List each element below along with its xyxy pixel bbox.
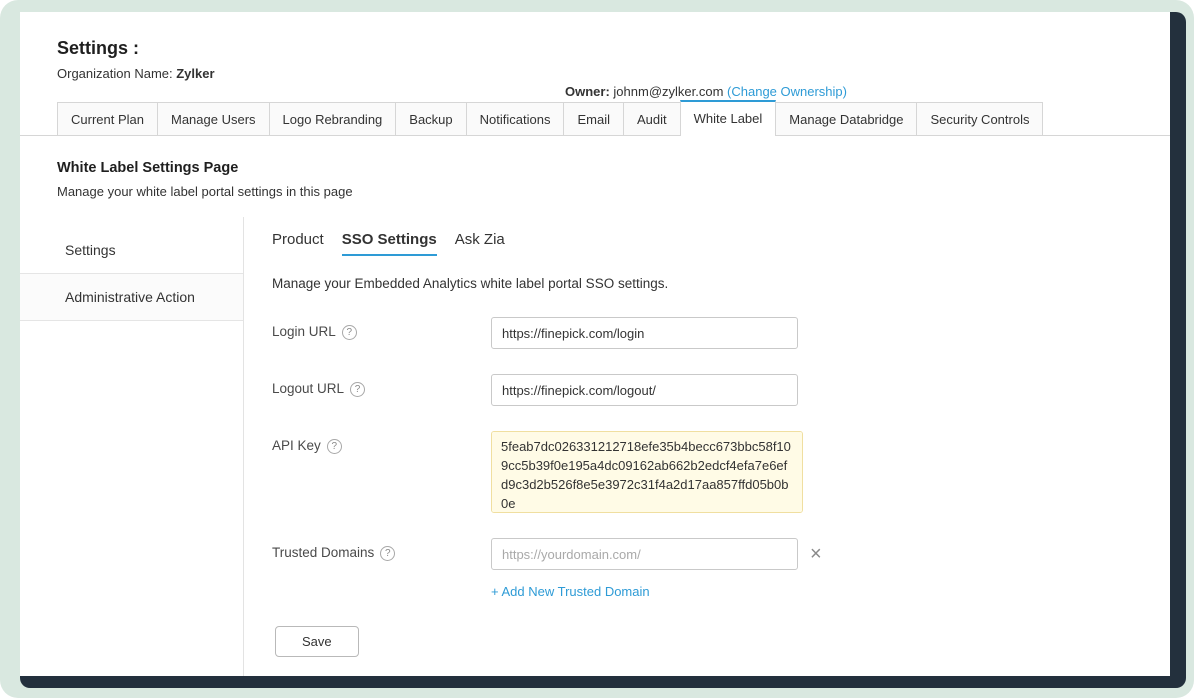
api-key-help-icon[interactable]: ? [327,439,342,454]
subtab-ask-zia[interactable]: Ask Zia [455,231,505,256]
subtab-sso-settings[interactable]: SSO Settings [342,231,437,256]
background-window: Settings : Organization Name: Zylker Own… [20,12,1186,688]
trusted-domains-label: Trusted Domains [272,545,374,560]
sidebar: Settings Administrative Action [20,217,244,676]
login-url-label: Login URL [272,324,336,339]
tab-current-plan[interactable]: Current Plan [57,102,158,135]
tab-logo-rebranding[interactable]: Logo Rebranding [269,102,397,135]
trusted-domains-label-col: Trusted Domains? [272,538,491,601]
change-ownership-link[interactable]: (Change Ownership) [727,84,847,99]
trusted-domains-help-icon[interactable]: ? [380,546,395,561]
tab-manage-users[interactable]: Manage Users [157,102,270,135]
organization-value: Zylker [176,66,214,81]
tab-audit[interactable]: Audit [623,102,681,135]
api-key-label-col: API Key? [272,431,491,513]
app-frame: Settings : Organization Name: Zylker Own… [0,0,1194,698]
logout-url-row: Logout URL? [272,374,1170,406]
sso-form: Login URL? Logout URL? API Key? 5feab7dc… [272,317,1170,657]
header: Settings : Organization Name: Zylker Own… [20,38,1170,81]
settings-tabbar: Current Plan Manage Users Logo Rebrandin… [20,101,1170,136]
login-url-label-col: Login URL? [272,317,491,349]
sidebar-item-administrative-action[interactable]: Administrative Action [20,273,243,321]
section-subheading: Manage your white label portal settings … [57,184,1170,199]
save-row: Save [272,626,1170,657]
api-key-row: API Key? 5feab7dc026331212718efe35b4becc… [272,431,1170,513]
trusted-domain-field: × [491,538,822,570]
api-key-label: API Key [272,438,321,453]
owner-label: Owner: [565,84,613,99]
settings-panel: Settings : Organization Name: Zylker Own… [20,12,1170,676]
trusted-domain-input[interactable] [491,538,798,570]
trusted-domains-field-group: × + Add New Trusted Domain [491,538,822,601]
owner-info: Owner: johnm@zylker.com (Change Ownershi… [565,84,847,99]
login-url-input[interactable] [491,317,798,349]
tab-security-controls[interactable]: Security Controls [916,102,1043,135]
sidebar-item-settings[interactable]: Settings [20,227,243,273]
api-key-textarea[interactable]: 5feab7dc026331212718efe35b4becc673bbc58f… [491,431,803,513]
trusted-domains-row: Trusted Domains? × + Add New Trusted Dom… [272,538,1170,601]
tab-backup[interactable]: Backup [395,102,466,135]
page-title: Settings : [57,38,1170,59]
remove-domain-icon[interactable]: × [810,544,822,564]
section-heading: White Label Settings Page [57,160,1170,176]
tab-white-label[interactable]: White Label [680,100,777,136]
subtab-bar: Product SSO Settings Ask Zia [272,231,1170,256]
tab-email[interactable]: Email [563,102,624,135]
logout-url-help-icon[interactable]: ? [350,382,365,397]
login-url-help-icon[interactable]: ? [342,325,357,340]
organization-label: Organization Name: [57,66,176,81]
add-trusted-domain-link[interactable]: + Add New Trusted Domain [491,584,650,599]
logout-url-label-col: Logout URL? [272,374,491,406]
content-area: Settings Administrative Action Product S… [20,217,1170,676]
login-url-row: Login URL? [272,317,1170,349]
save-button[interactable]: Save [275,626,359,657]
main-panel: Product SSO Settings Ask Zia Manage your… [244,217,1170,676]
sso-description: Manage your Embedded Analytics white lab… [272,276,1170,291]
tab-manage-databridge[interactable]: Manage Databridge [775,102,917,135]
organization-name: Organization Name: Zylker [57,66,1170,81]
logout-url-label: Logout URL [272,381,344,396]
owner-email: johnm@zylker.com [613,84,727,99]
tab-notifications[interactable]: Notifications [466,102,565,135]
logout-url-input[interactable] [491,374,798,406]
subtab-product[interactable]: Product [272,231,324,256]
